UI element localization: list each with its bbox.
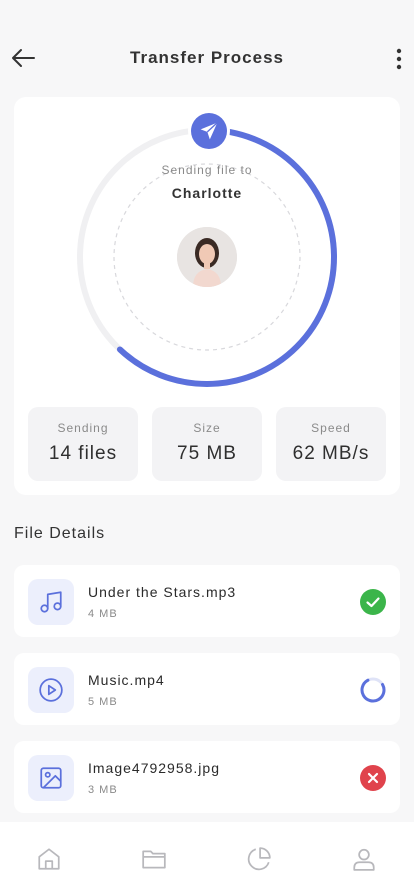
- file-size: 4 MB: [88, 608, 118, 620]
- file-size: 3 MB: [88, 784, 118, 796]
- stat-value: 62 MB/s: [292, 443, 370, 464]
- file-row[interactable]: Under the Stars.mp3 4 MB: [14, 565, 400, 637]
- file-size: 5 MB: [88, 696, 118, 708]
- play-circle-icon: [28, 667, 74, 713]
- page-title: Transfer Process: [130, 48, 284, 67]
- pie-chart-icon[interactable]: [246, 846, 272, 872]
- file-row[interactable]: Music.mp4 5 MB: [14, 653, 400, 725]
- file-row[interactable]: Image4792958.jpg 3 MB: [14, 741, 400, 813]
- transfer-card: Sending file to Charlotte Sending 14 fil…: [14, 97, 400, 495]
- user-icon[interactable]: [351, 846, 377, 872]
- image-icon: [28, 755, 74, 801]
- file-name: Image4792958.jpg: [88, 760, 220, 776]
- stat-label: Speed: [311, 421, 351, 435]
- stat-value: 14 files: [48, 443, 118, 464]
- recipient-name: Charlotte: [171, 185, 243, 201]
- bottom-nav: [0, 822, 414, 896]
- stat-size: Size 75 MB: [152, 407, 262, 481]
- check-circle-icon: [360, 589, 386, 615]
- send-icon: [191, 113, 227, 149]
- error-circle-icon: [360, 765, 386, 791]
- folder-icon[interactable]: [141, 846, 167, 872]
- sending-to-label: Sending file to: [161, 163, 253, 177]
- stat-label: Sending: [57, 421, 109, 435]
- music-note-icon: [28, 579, 74, 625]
- stat-label: Size: [193, 421, 221, 435]
- file-details-title: File Details: [14, 525, 106, 542]
- loading-spinner-icon: [360, 677, 386, 703]
- app-header: Transfer Process: [0, 38, 414, 78]
- file-name: Under the Stars.mp3: [88, 584, 237, 600]
- file-name: Music.mp4: [88, 672, 165, 688]
- recipient-avatar: [177, 227, 237, 287]
- more-vertical-icon[interactable]: [394, 46, 404, 72]
- stat-value: 75 MB: [177, 443, 237, 464]
- stat-speed: Speed 62 MB/s: [276, 407, 386, 481]
- home-icon[interactable]: [36, 846, 62, 872]
- stat-sending: Sending 14 files: [28, 407, 138, 481]
